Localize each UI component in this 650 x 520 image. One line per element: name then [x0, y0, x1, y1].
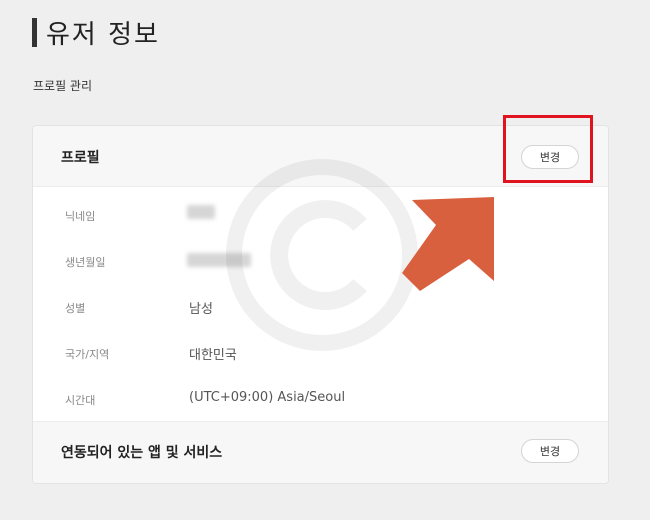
redacted-nickname — [187, 205, 215, 219]
row-label: 닉네임 — [65, 210, 96, 223]
services-edit-button[interactable]: 변경 — [521, 439, 579, 463]
row-label: 생년월일 — [65, 256, 106, 269]
row-value: 남성 — [189, 302, 213, 317]
arrow-up-right-icon — [402, 197, 494, 291]
page-header: 유저 정보 — [32, 16, 160, 50]
section-label: 프로필 관리 — [33, 79, 93, 93]
row-label: 시간대 — [65, 394, 96, 407]
services-card-title: 연동되어 있는 앱 및 서비스 — [61, 445, 223, 461]
row-label: 국가/지역 — [65, 348, 110, 361]
page-title: 유저 정보 — [46, 19, 160, 50]
copyright-icon — [226, 159, 418, 351]
title-accent-bar — [32, 17, 37, 47]
row-value: (UTC+09:00) Asia/Seoul — [189, 390, 346, 405]
services-card: 연동되어 있는 앱 및 서비스 변경 — [33, 421, 608, 483]
highlight-box — [503, 115, 593, 183]
profile-card-title: 프로필 — [61, 150, 100, 166]
row-label: 성별 — [65, 302, 86, 315]
profile-row-timezone: 시간대 (UTC+09:00) Asia/Seoul — [33, 378, 608, 422]
